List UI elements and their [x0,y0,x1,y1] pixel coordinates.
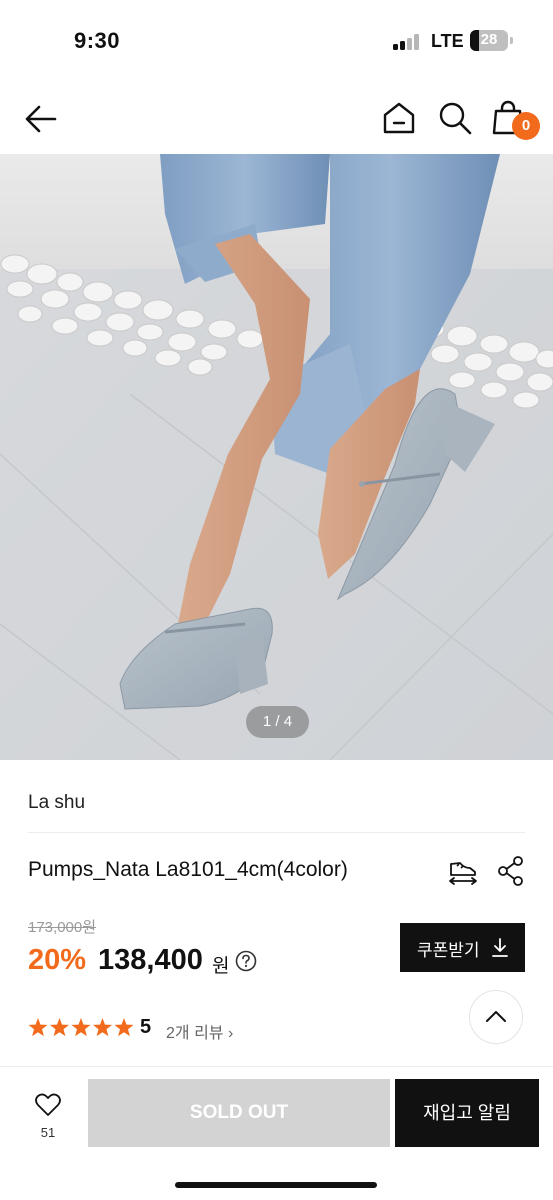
download-icon [492,938,508,957]
battery-cap [510,37,513,44]
battery-level: 28 [480,31,498,48]
wishlist-count: 51 [40,1125,56,1140]
home-icon [383,102,415,134]
home-button[interactable] [381,100,417,136]
scroll-top-button[interactable] [469,990,523,1044]
image-counter: 1 / 4 [246,706,309,738]
signal-icon [393,34,421,50]
network-type: LTE [431,31,464,51]
share-icon [498,856,523,886]
coupon-download-button[interactable]: 쿠폰받기 [400,923,525,972]
search-button[interactable] [437,100,473,136]
wishlist-button[interactable]: 51 [22,1089,74,1149]
rating-row: 5 2개 리뷰 › [28,1016,288,1042]
share-button[interactable] [496,854,526,888]
heart-icon [35,1093,61,1116]
product-title: Pumps_Nata La8101_4cm(4color) [28,858,348,881]
star-icon [71,1018,91,1037]
battery-icon: 28 [470,30,508,51]
cart-count-badge: 0 [512,112,540,140]
sale-price: 138,400 [98,944,203,976]
discount-rate: 20% [28,944,87,976]
brand-name[interactable]: La shu [28,792,85,814]
star-icon [49,1018,70,1037]
status-time: 9:30 [74,28,121,53]
chevron-up-icon [486,1011,506,1022]
arrow-left-icon [25,105,57,133]
search-icon [439,102,472,135]
back-button[interactable] [22,100,60,138]
header: 0 [0,84,553,154]
star-icon [92,1018,113,1037]
divider [28,832,525,833]
review-link[interactable]: 2개 리뷰 › [166,1019,233,1043]
status-bar: 9:30 LTE 28 [0,0,553,84]
shoe-delivery-icon [449,862,477,885]
star-icon [28,1018,48,1037]
price-help-button[interactable] [235,950,257,972]
rating-score: 5 [140,1016,152,1038]
restock-alert-button[interactable]: 재입고 알림 [395,1079,539,1147]
product-photo [0,154,553,760]
price-unit: 원 [212,956,230,977]
cart-button[interactable]: 0 [492,100,540,140]
star-icon [114,1018,134,1037]
question-circle-icon [235,950,257,972]
bottom-action-bar: 51 SOLD OUT 재입고 알림 [0,1066,553,1200]
product-image-carousel[interactable]: 1 / 4 [0,154,553,760]
sold-out-button[interactable]: SOLD OUT [88,1079,390,1147]
delivery-info-button[interactable] [446,854,480,888]
coupon-label: 쿠폰받기 [417,941,480,960]
original-price: 173,000원 [28,919,97,936]
home-indicator [175,1182,377,1188]
star-rating-icon [28,1018,134,1037]
